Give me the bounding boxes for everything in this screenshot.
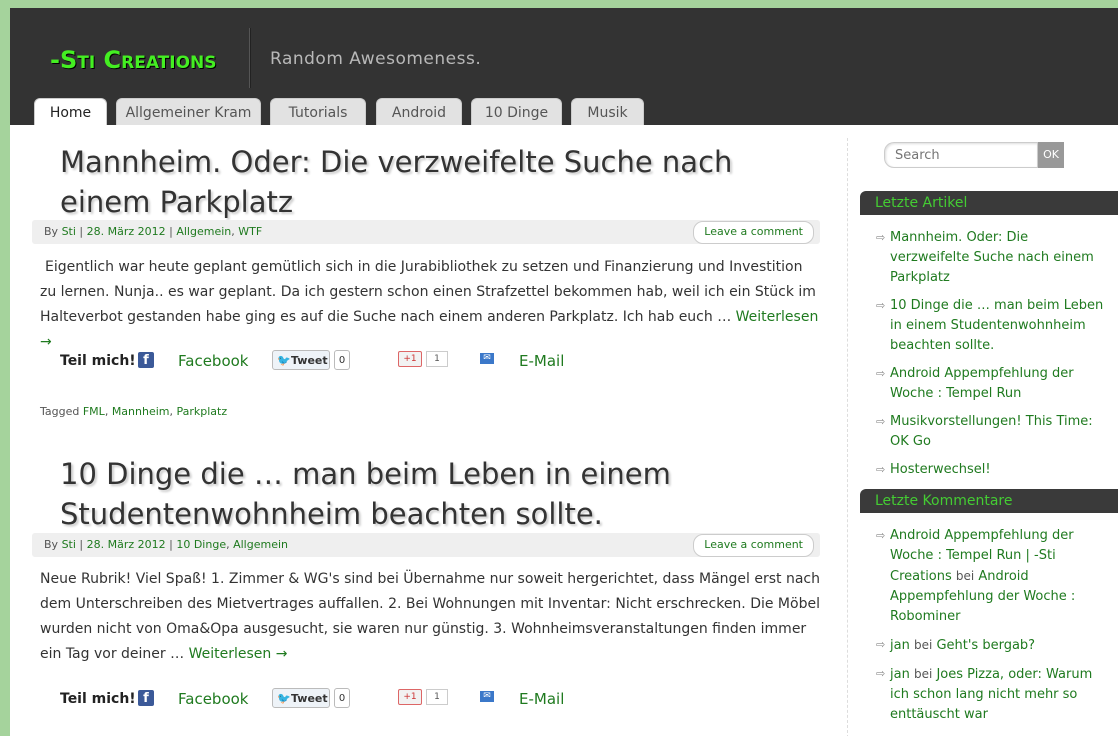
list-item[interactable]: ⇨ Hosterwechsel! [876, 460, 1106, 480]
post-tags: Tagged FML, Mannheim, Parkplatz [40, 405, 228, 418]
list-item[interactable]: ⇨ Android Appempfehlung der Woche : Temp… [876, 364, 1106, 404]
sidebar-divider [847, 138, 848, 736]
twitter-bird-icon: 🐦 [277, 354, 291, 367]
share-label: Teil mich! [60, 353, 136, 369]
tweet-count: 0 [334, 350, 350, 370]
recent-post-link[interactable]: Musikvorstellungen! This Time: OK Go [890, 414, 1093, 449]
recent-post-link[interactable]: Hosterwechsel! [890, 462, 991, 477]
comment-by-label: bei [913, 638, 933, 652]
facebook-share-link[interactable]: Facebook [178, 352, 248, 370]
author-link[interactable]: Sti [62, 538, 76, 551]
comment-by-label: bei [913, 667, 933, 681]
list-item: ⇨ Android Appempfehlung der Woche : Temp… [876, 526, 1106, 627]
list-item[interactable]: ⇨ Musikvorstellungen! This Time: OK Go [876, 412, 1106, 452]
post-excerpt: Neue Rubrik! Viel Spaß! 1. Zimmer & WG's… [40, 567, 820, 667]
date-link[interactable]: 28. März 2012 [87, 225, 166, 238]
post-meta: By Sti | 28. März 2012 | Allgemein, WTF [44, 225, 263, 238]
gplus-button[interactable]: +1 [398, 689, 422, 705]
twitter-bird-icon: 🐦 [277, 692, 291, 705]
recent-post-link[interactable]: Android Appempfehlung der Woche : Tempel… [890, 366, 1074, 401]
header-divider [249, 28, 251, 88]
tagged-label: Tagged [40, 405, 80, 418]
facebook-icon[interactable]: f [138, 690, 154, 706]
gplus-count: 1 [426, 689, 448, 705]
tab-musik[interactable]: Musik [571, 98, 644, 125]
recent-post-link[interactable]: 10 Dinge die … man beim Leben in einem S… [890, 298, 1103, 353]
site-logo[interactable]: -Sti Creations [50, 46, 217, 74]
post-excerpt: Eigentlich war heute geplant gemütlich s… [40, 255, 820, 355]
tag-link[interactable]: FML [83, 405, 105, 418]
tag-link[interactable]: Parkplatz [177, 405, 228, 418]
tab-tutorials[interactable]: Tutorials [270, 98, 366, 125]
list-item: ⇨ jan bei Joes Pizza, oder: Warum ich sc… [876, 664, 1106, 725]
tab-android[interactable]: Android [376, 98, 462, 125]
post-meta-bar: By Sti | 28. März 2012 | 10 Dinge, Allge… [32, 533, 820, 557]
by-label: By [44, 538, 59, 551]
arrow-icon: ⇨ [876, 667, 886, 680]
arrow-icon: ⇨ [876, 529, 886, 542]
tweet-count: 0 [334, 688, 350, 708]
date-link[interactable]: 28. März 2012 [87, 538, 166, 551]
facebook-icon[interactable]: f [138, 352, 154, 368]
recent-posts-list: ⇨ Mannheim. Oder: Die verzweifelte Suche… [876, 228, 1106, 488]
by-label: By [44, 225, 59, 238]
tweet-label: Tweet [291, 354, 328, 367]
tag-link[interactable]: Mannheim [112, 405, 170, 418]
category-link[interactable]: Allgemein [233, 538, 288, 551]
gplus-button[interactable]: +1 [398, 351, 422, 367]
arrow-icon: ⇨ [876, 231, 886, 244]
post-meta: By Sti | 28. März 2012 | 10 Dinge, Allge… [44, 538, 288, 551]
email-share-link[interactable]: E-Mail [519, 352, 564, 370]
excerpt-text: Neue Rubrik! Viel Spaß! 1. Zimmer & WG's… [40, 571, 821, 662]
share-row: Teil mich! f Facebook 🐦 Tweet 0 +1 1 ✉ E… [40, 688, 820, 712]
mail-icon[interactable]: ✉ [480, 691, 494, 702]
facebook-share-link[interactable]: Facebook [178, 690, 248, 708]
widget-title-recent-comments: Letzte Kommentare [860, 489, 1118, 513]
category-link[interactable]: 10 Dinge [176, 538, 226, 551]
post-meta-bar: By Sti | 28. März 2012 | Allgemein, WTF … [32, 220, 820, 244]
page: -Sti Creations Random Awesomeness. Home … [10, 8, 1118, 736]
gplus-count: 1 [426, 351, 448, 367]
category-link[interactable]: WTF [238, 225, 262, 238]
leave-comment-button[interactable]: Leave a comment [693, 534, 814, 557]
search-input[interactable] [884, 142, 1038, 168]
arrow-icon: ⇨ [876, 367, 886, 380]
recent-post-link[interactable]: Mannheim. Oder: Die verzweifelte Suche n… [890, 230, 1094, 285]
comment-author: jan [890, 638, 910, 653]
arrow-icon: ⇨ [876, 638, 886, 651]
list-item[interactable]: ⇨ Mannheim. Oder: Die verzweifelte Suche… [876, 228, 1106, 288]
list-item[interactable]: ⇨ 10 Dinge die … man beim Leben in einem… [876, 296, 1106, 356]
read-more-link[interactable]: Weiterlesen → [189, 646, 288, 662]
tab-allgemeiner-kram[interactable]: Allgemeiner Kram [116, 98, 261, 125]
email-share-link[interactable]: E-Mail [519, 690, 564, 708]
site-header: -Sti Creations Random Awesomeness. Home … [10, 8, 1118, 125]
widget-title-recent-posts: Letzte Artikel [860, 191, 1118, 215]
list-item: ⇨ jan bei Geht's bergab? [876, 635, 1106, 656]
mail-icon[interactable]: ✉ [480, 353, 494, 364]
recent-comments-list: ⇨ Android Appempfehlung der Woche : Temp… [876, 526, 1106, 733]
arrow-icon: ⇨ [876, 415, 886, 428]
author-link[interactable]: Sti [62, 225, 76, 238]
tab-10-dinge[interactable]: 10 Dinge [471, 98, 562, 125]
category-link[interactable]: Allgemein [176, 225, 231, 238]
tweet-label: Tweet [291, 692, 328, 705]
share-label: Teil mich! [60, 691, 136, 707]
comment-post-link[interactable]: Geht's bergab? [936, 638, 1035, 653]
site-tagline: Random Awesomeness. [270, 49, 482, 69]
share-row: Teil mich! f Facebook 🐦 Tweet 0 +1 1 ✉ E… [40, 350, 820, 374]
post-title[interactable]: Mannheim. Oder: Die verzweifelte Suche n… [60, 142, 820, 222]
search-submit-button[interactable]: OK [1038, 142, 1064, 168]
tweet-button[interactable]: 🐦 Tweet [272, 688, 330, 708]
arrow-icon: ⇨ [876, 463, 886, 476]
leave-comment-button[interactable]: Leave a comment [693, 221, 814, 244]
tab-home[interactable]: Home [34, 98, 107, 125]
excerpt-text: Eigentlich war heute geplant gemütlich s… [40, 259, 816, 325]
tweet-button[interactable]: 🐦 Tweet [272, 350, 330, 370]
search-form: OK [884, 142, 1064, 168]
comment-author: jan [890, 667, 910, 682]
arrow-icon: ⇨ [876, 299, 886, 312]
comment-by-label: bei [955, 569, 975, 583]
post-title[interactable]: 10 Dinge die … man beim Leben in einem S… [60, 454, 820, 534]
